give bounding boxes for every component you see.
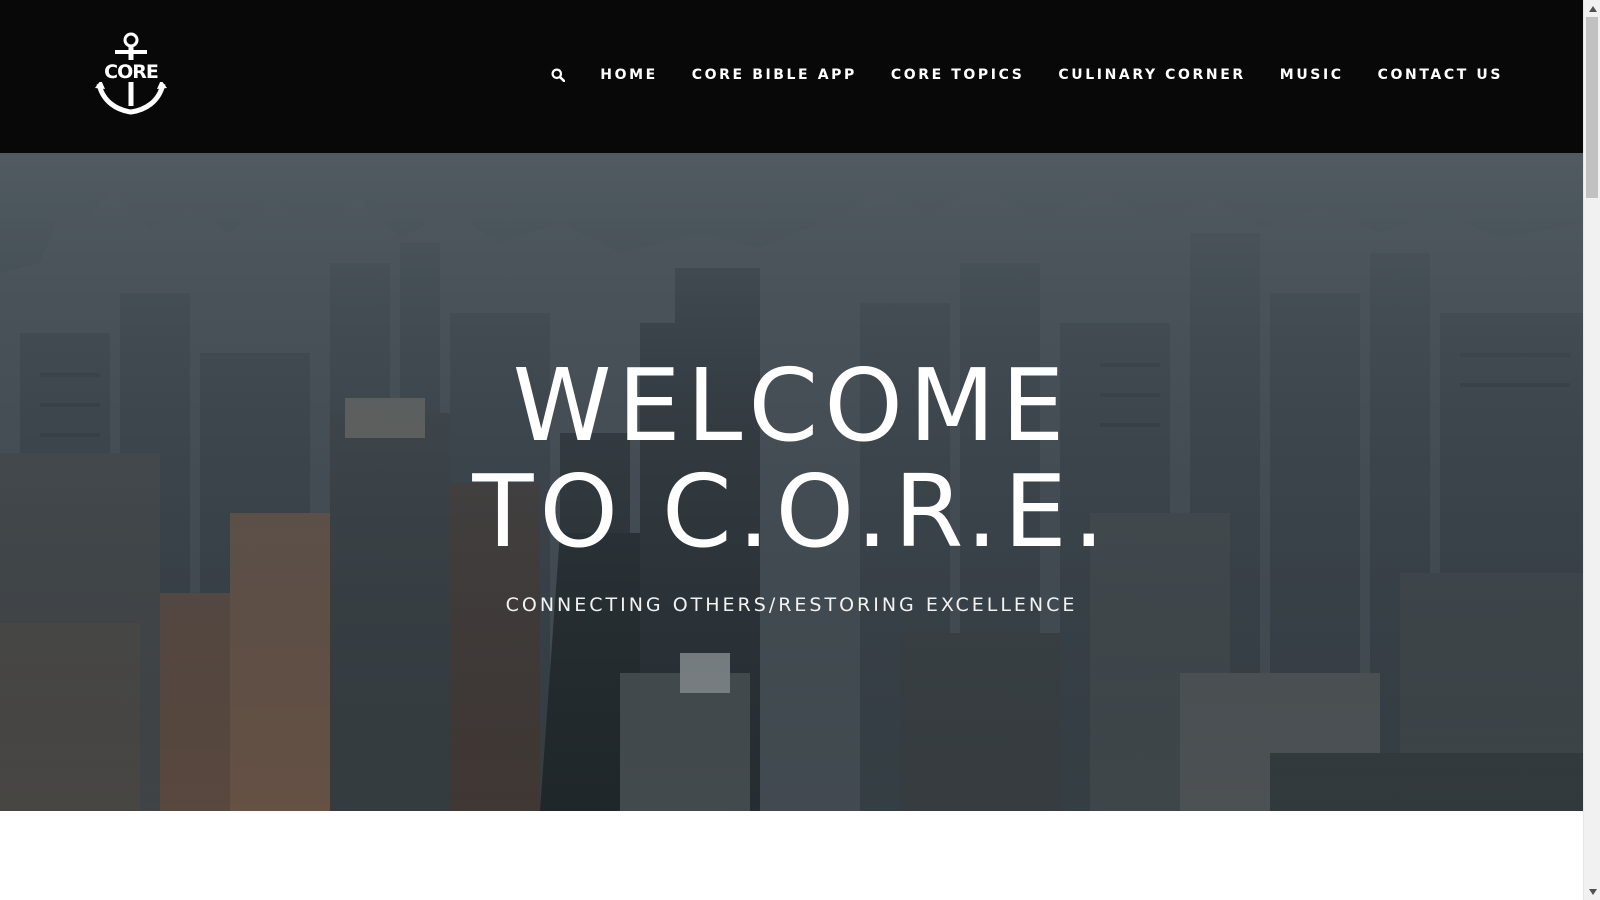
main-nav: HOME CORE BIBLE APP CORE TOPICS CULINARY… [550,0,1503,150]
site-header: CORE HOME CORE BIBLE APP CORE TOPICS CUL… [0,0,1583,153]
hero-title-line1: WELCOME [512,347,1071,464]
content-area [0,811,1583,900]
triangle-down-icon[interactable] [1584,883,1600,900]
hero-title: WELCOME TO C.O.R.E. [0,353,1583,565]
anchor-icon: CORE [95,32,167,115]
nav-item-core-bible-app[interactable]: CORE BIBLE APP [692,67,857,83]
search-icon[interactable] [550,67,566,83]
nav-item-contact-us[interactable]: CONTACT US [1378,67,1503,83]
nav-item-music[interactable]: MUSIC [1280,67,1344,83]
scrollbar-thumb[interactable] [1586,17,1598,198]
hero-title-line2: TO C.O.R.E. [472,453,1111,570]
hero-section: WELCOME TO C.O.R.E. CONNECTING OTHERS/RE… [0,153,1583,811]
triangle-up-icon[interactable] [1584,0,1600,17]
vertical-scrollbar[interactable] [1583,0,1600,900]
nav-item-home[interactable]: HOME [600,67,658,83]
logo-text: CORE [104,61,158,83]
nav-item-core-topics[interactable]: CORE TOPICS [891,67,1025,83]
logo[interactable]: CORE [95,32,167,117]
hero-subtitle: CONNECTING OTHERS/RESTORING EXCELLENCE [505,594,1078,616]
nav-item-culinary-corner[interactable]: CULINARY CORNER [1058,67,1245,83]
